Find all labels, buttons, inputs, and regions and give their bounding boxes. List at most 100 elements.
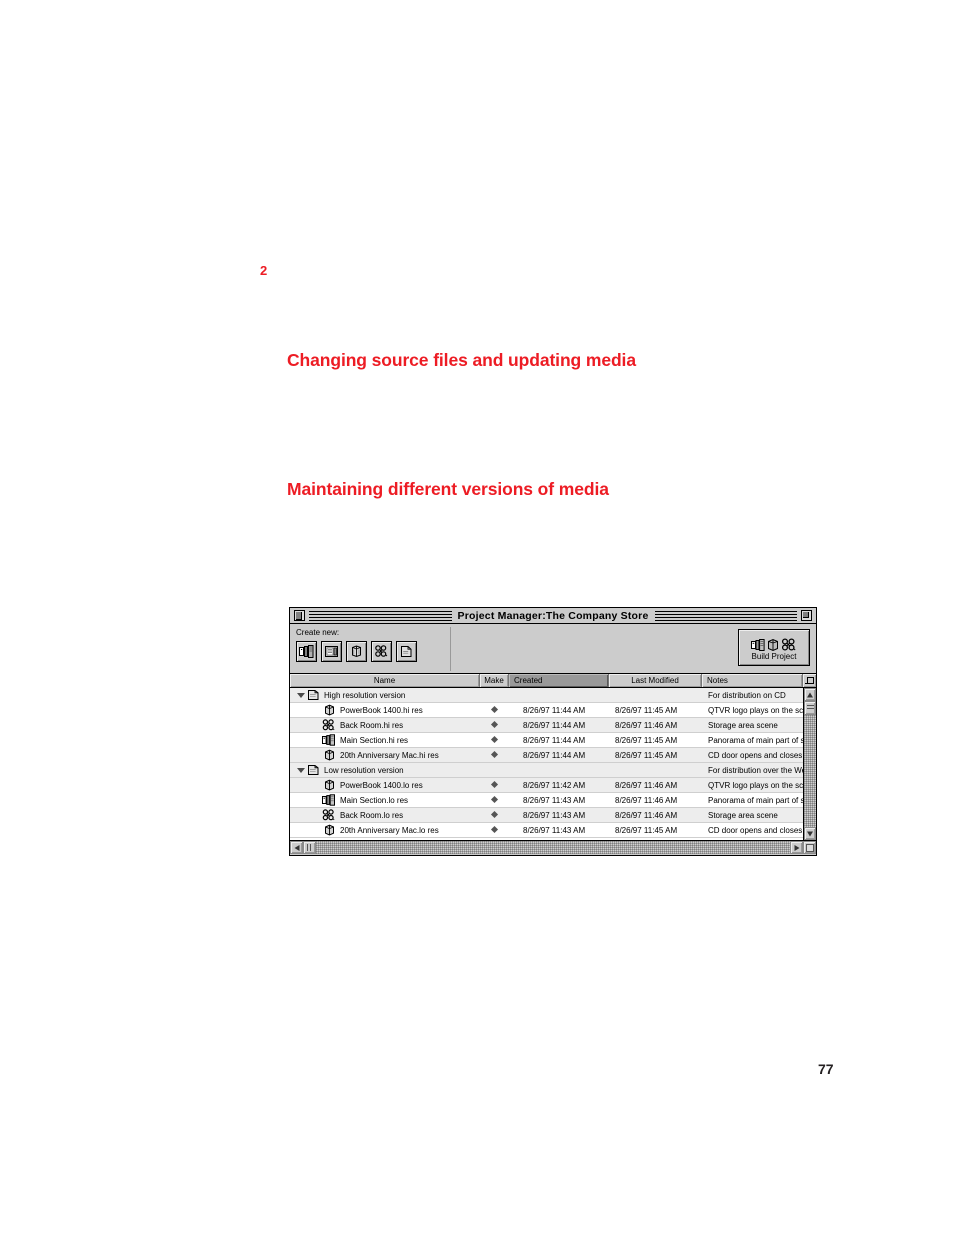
cell-notes: CD door opens and closes xyxy=(708,825,803,835)
chapter-number: 2 xyxy=(260,263,268,278)
cell-created: 8/26/97 11:42 AM xyxy=(523,780,586,790)
row-name-label: Back Room.hi res xyxy=(340,720,404,730)
cell-make[interactable] xyxy=(480,778,509,793)
make-checkbox-icon[interactable] xyxy=(490,781,499,789)
cell-created xyxy=(509,688,609,703)
column-header-last-modified[interactable]: Last Modified xyxy=(609,674,702,687)
cell-created: 8/26/97 11:44 AM xyxy=(523,720,586,730)
create-new-label: Create new: xyxy=(296,628,340,637)
new-object-button[interactable] xyxy=(346,641,367,662)
row-name-label: 20th Anniversary Mac.hi res xyxy=(340,750,439,760)
cell-name: Low resolution version xyxy=(290,763,480,778)
close-box-icon[interactable] xyxy=(294,610,305,621)
table-row[interactable]: PowerBook 1400.lo res 8/26/97 11:42 AM 8/2… xyxy=(290,778,803,793)
make-checkbox-icon[interactable] xyxy=(490,736,499,744)
new-node-link-button[interactable] xyxy=(371,641,392,662)
make-checkbox-icon[interactable] xyxy=(490,721,499,729)
cell-created: 8/26/97 11:43 AM xyxy=(523,825,586,835)
panorama-icon xyxy=(322,734,335,746)
cell-created: 8/26/97 11:44 AM xyxy=(523,705,586,715)
make-checkbox-icon[interactable] xyxy=(490,706,499,714)
make-checkbox-icon[interactable] xyxy=(490,811,499,819)
scroll-down-arrow[interactable] xyxy=(804,827,816,840)
cell-make[interactable] xyxy=(480,688,509,703)
cell-make[interactable] xyxy=(480,763,509,778)
disclosure-triangle-icon[interactable] xyxy=(297,763,306,778)
cell-make[interactable] xyxy=(480,718,509,733)
new-scene-button[interactable] xyxy=(321,641,342,662)
make-checkbox-icon[interactable] xyxy=(490,751,499,759)
table-row[interactable]: Main Section.hi res 8/26/97 11:44 AM 8/26/… xyxy=(290,733,803,748)
table-row[interactable]: Back Room.lo res 8/26/97 11:43 AM 8/26/97 … xyxy=(290,808,803,823)
vertical-scroll-track[interactable] xyxy=(804,715,816,827)
cell-make[interactable] xyxy=(480,823,509,838)
table-row[interactable]: 20th Anniversary Mac.hi res 8/26/97 11:44… xyxy=(290,748,803,763)
object-icon xyxy=(324,749,334,761)
build-project-icons xyxy=(751,634,797,652)
scroll-left-arrow[interactable] xyxy=(290,841,303,854)
scroll-right-arrow[interactable] xyxy=(790,841,803,854)
table-row[interactable]: Main Section.lo res 8/26/97 11:43 AM 8/26/… xyxy=(290,793,803,808)
node-link-icon xyxy=(322,719,336,732)
cell-last-modified xyxy=(609,763,702,778)
cell-notes: For distribution on CD xyxy=(708,690,786,700)
folder-icon xyxy=(307,690,318,700)
cell-notes: Storage area scene xyxy=(708,720,778,730)
titlebar-stripes-right xyxy=(654,610,798,621)
cell-name: Main Section.lo res xyxy=(290,793,480,808)
scroll-up-arrow[interactable] xyxy=(804,688,816,701)
cell-make[interactable] xyxy=(480,793,509,808)
cell-last-modified xyxy=(609,688,702,703)
cell-make[interactable] xyxy=(480,703,509,718)
disclosure-triangle-icon[interactable] xyxy=(297,688,306,703)
column-header-created[interactable]: Created xyxy=(509,674,609,687)
column-header-notes[interactable]: Notes xyxy=(702,674,803,687)
panorama-icon xyxy=(322,734,336,747)
cell-make[interactable] xyxy=(480,748,509,763)
cell-name: Back Room.lo res xyxy=(290,808,480,823)
cell-make[interactable] xyxy=(480,808,509,823)
vertical-scrollbar[interactable] xyxy=(803,688,816,840)
make-checkbox-icon[interactable] xyxy=(490,826,499,834)
make-checkbox-icon[interactable] xyxy=(490,796,499,804)
cell-created: 8/26/97 11:44 AM xyxy=(523,750,586,760)
table-group-row[interactable]: Low resolution version For distribution o… xyxy=(290,763,803,778)
column-header-make[interactable]: Make xyxy=(480,674,509,687)
zoom-box-icon[interactable] xyxy=(801,610,813,621)
cell-notes: Panorama of main part of store xyxy=(708,795,803,805)
horizontal-scrollbar[interactable] xyxy=(290,840,816,854)
table-rows: High resolution version For distribution … xyxy=(290,688,803,840)
table-row[interactable]: PowerBook 1400.hi res 8/26/97 11:44 AM 8/2… xyxy=(290,703,803,718)
row-name-label: PowerBook 1400.lo res xyxy=(340,780,423,790)
row-name-label: PowerBook 1400.hi res xyxy=(340,705,423,715)
create-new-group: Create new: xyxy=(296,628,417,662)
new-folder-button[interactable] xyxy=(396,641,417,662)
panorama-icon xyxy=(299,645,314,658)
cell-last-modified: 8/26/97 11:46 AM xyxy=(615,810,678,820)
column-header-name[interactable]: Name xyxy=(290,674,480,687)
row-name-label: Low resolution version xyxy=(324,765,404,775)
new-panorama-button[interactable] xyxy=(296,641,317,662)
section-heading-maintaining-versions: Maintaining different versions of media xyxy=(287,479,609,499)
list-view-options-button[interactable] xyxy=(803,674,816,687)
window-grow-box[interactable] xyxy=(803,841,816,854)
horizontal-scroll-track[interactable] xyxy=(316,841,790,854)
object-icon xyxy=(768,638,778,651)
project-manager-window: Project Manager:The Company Store Create… xyxy=(289,607,817,856)
node-link-icon xyxy=(375,645,388,657)
vertical-scroll-thumb[interactable] xyxy=(804,701,816,715)
cell-notes: Storage area scene xyxy=(708,810,778,820)
cell-make[interactable] xyxy=(480,733,509,748)
table-row[interactable]: Back Room.hi res 8/26/97 11:44 AM 8/26/97 … xyxy=(290,718,803,733)
toolbar-divider xyxy=(450,627,451,671)
object-icon xyxy=(322,749,336,762)
build-project-button[interactable]: Build Project xyxy=(738,629,810,666)
window-title: Project Manager:The Company Store xyxy=(451,608,655,623)
table-row[interactable]: 20th Anniversary Mac.lo res 8/26/97 11:43… xyxy=(290,823,803,838)
table-group-row[interactable]: High resolution version For distribution … xyxy=(290,688,803,703)
cell-notes: CD door opens and closes xyxy=(708,750,803,760)
section-heading-changing-source-files: Changing source files and updating media xyxy=(287,350,636,370)
row-name-label: High resolution version xyxy=(324,690,406,700)
horizontal-scroll-thumb[interactable] xyxy=(303,841,316,854)
row-name-label: Main Section.lo res xyxy=(340,795,409,805)
